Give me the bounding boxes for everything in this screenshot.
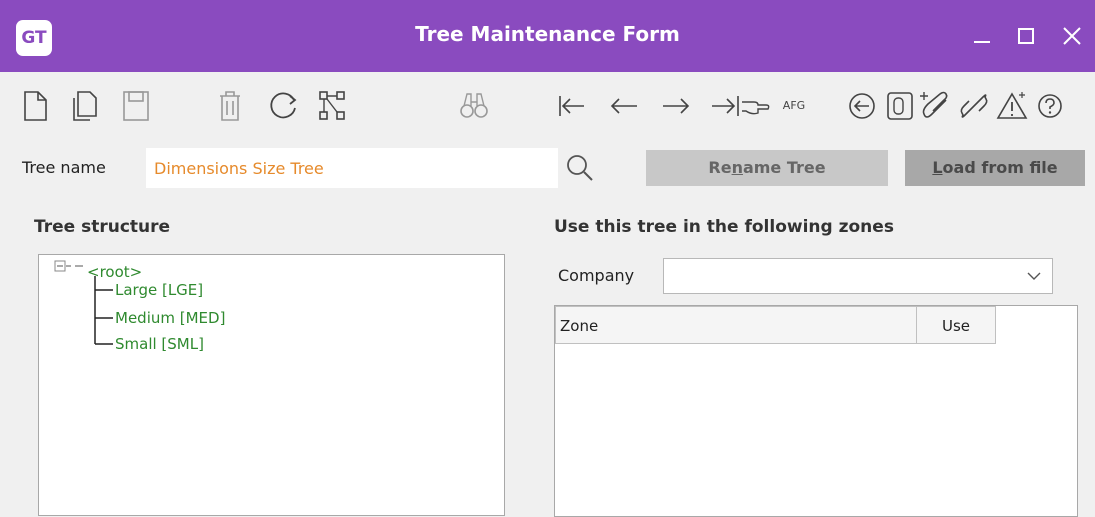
hand-pointer-icon xyxy=(742,101,770,115)
close-button[interactable] xyxy=(1052,18,1092,54)
rename-tree-button[interactable]: Rename Tree xyxy=(646,150,888,186)
first-record-icon xyxy=(559,96,584,116)
new-document-icon xyxy=(24,91,47,121)
save-button[interactable] xyxy=(116,86,156,126)
toolbar: AFG xyxy=(0,72,1095,140)
new-button[interactable] xyxy=(16,86,56,126)
notes-button[interactable] xyxy=(880,86,920,126)
company-select[interactable] xyxy=(663,258,1053,294)
company-label: Company xyxy=(558,266,635,285)
tree-node-large[interactable]: Large [LGE] xyxy=(115,281,203,299)
delete-icon xyxy=(220,91,240,121)
back-circle-icon xyxy=(849,93,875,119)
find-button[interactable] xyxy=(454,86,494,126)
delete-button[interactable] xyxy=(210,86,250,126)
save-icon xyxy=(123,91,149,121)
tree-name-label: Tree name xyxy=(22,158,106,177)
zones-table[interactable]: Zone Use xyxy=(554,305,1078,517)
column-header-zone[interactable]: Zone xyxy=(555,306,917,344)
afg-label[interactable]: AFG xyxy=(774,86,814,126)
help-button[interactable] xyxy=(1030,86,1070,126)
tree-structure-panel[interactable]: <root> Large [LGE] Medium [MED] Small [S… xyxy=(38,254,505,516)
tree-node-small[interactable]: Small [SML] xyxy=(115,335,204,353)
maximize-button[interactable] xyxy=(1006,18,1046,54)
refresh-button[interactable] xyxy=(264,86,304,126)
tree-node-medium[interactable]: Medium [MED] xyxy=(115,309,225,327)
next-record-button[interactable] xyxy=(656,86,696,126)
copy-icon xyxy=(73,91,97,121)
notes-icon xyxy=(887,92,913,120)
link-icon xyxy=(960,94,988,118)
minimize-button[interactable] xyxy=(962,18,1002,54)
previous-record-icon xyxy=(610,98,637,114)
previous-record-button[interactable] xyxy=(604,86,644,126)
close-icon xyxy=(1063,27,1081,45)
alert-icon xyxy=(996,92,1028,119)
rename-label-part: ame Tree xyxy=(742,158,826,177)
attach-button[interactable] xyxy=(916,86,956,126)
tree-structure-button[interactable] xyxy=(312,86,352,126)
tree-structure-title: Tree structure xyxy=(34,217,171,237)
zones-title: Use this tree in the following zones xyxy=(554,217,894,237)
maximize-icon xyxy=(1018,28,1034,44)
assign-button[interactable] xyxy=(740,86,772,126)
load-from-file-button[interactable]: Load from file xyxy=(905,150,1085,186)
binoculars-icon xyxy=(460,93,488,118)
help-icon xyxy=(1038,94,1062,118)
next-record-icon xyxy=(663,98,690,114)
first-record-button[interactable] xyxy=(552,86,592,126)
tree-node-root[interactable]: <root> xyxy=(87,263,142,281)
title-bar: GT Tree Maintenance Form xyxy=(0,0,1095,72)
tree-name-input[interactable] xyxy=(146,148,558,188)
tree-structure-icon xyxy=(319,91,345,120)
alert-button[interactable] xyxy=(992,86,1032,126)
link-button[interactable] xyxy=(954,86,994,126)
rename-label-part: Re xyxy=(708,158,732,177)
minimize-icon xyxy=(974,41,990,43)
window-title: Tree Maintenance Form xyxy=(415,22,680,46)
refresh-icon xyxy=(270,92,297,119)
column-header-use[interactable]: Use xyxy=(916,306,996,344)
rename-mnemonic: n xyxy=(731,158,743,177)
chevron-down-icon xyxy=(1027,272,1041,280)
search-icon xyxy=(567,155,593,181)
load-label-part: oad from file xyxy=(942,158,1058,177)
load-mnemonic: L xyxy=(932,158,943,177)
back-circle-button[interactable] xyxy=(842,86,882,126)
search-button[interactable] xyxy=(562,150,598,186)
copy-button[interactable] xyxy=(66,86,106,126)
attach-icon xyxy=(920,91,948,118)
